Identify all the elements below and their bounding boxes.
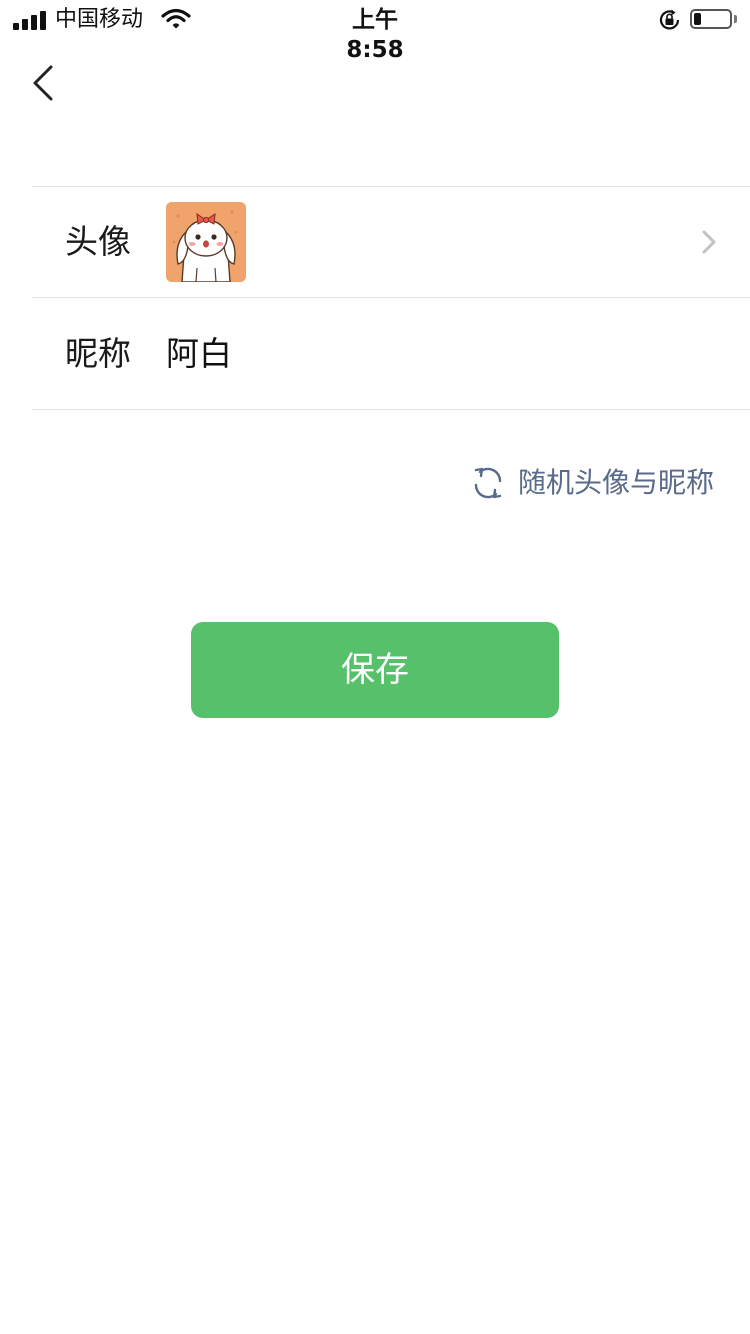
avatar[interactable]	[166, 202, 246, 282]
chevron-right-icon	[700, 229, 718, 259]
battery-tip	[734, 15, 737, 23]
avatar-row[interactable]	[32, 187, 750, 297]
status-bar: 中国移动 上午 8:58	[0, 0, 750, 63]
signal-strength-icon	[13, 10, 47, 30]
cartoon-dog-avatar-icon	[166, 202, 246, 282]
nickname-label: 昵称	[65, 334, 131, 373]
wifi-icon	[161, 8, 191, 34]
random-link-label: 随机头像与昵称	[518, 466, 715, 499]
refresh-icon	[470, 465, 506, 505]
back-button[interactable]	[22, 58, 66, 108]
profile-edit-screen: 中国移动 上午 8:58 头像 昵称 阿白 随机头像与昵称 保存	[0, 0, 750, 1334]
avatar-label: 头像	[65, 222, 131, 261]
status-time: 上午 8:58	[346, 7, 404, 63]
save-button[interactable]: 保存	[191, 622, 559, 718]
divider-bottom	[32, 409, 750, 410]
rotation-lock-icon	[658, 9, 682, 35]
chevron-left-icon	[33, 65, 53, 101]
nickname-field[interactable]: 阿白	[166, 334, 232, 374]
battery-icon	[690, 9, 732, 29]
divider-middle	[32, 297, 750, 298]
carrier-name: 中国移动	[55, 7, 144, 32]
